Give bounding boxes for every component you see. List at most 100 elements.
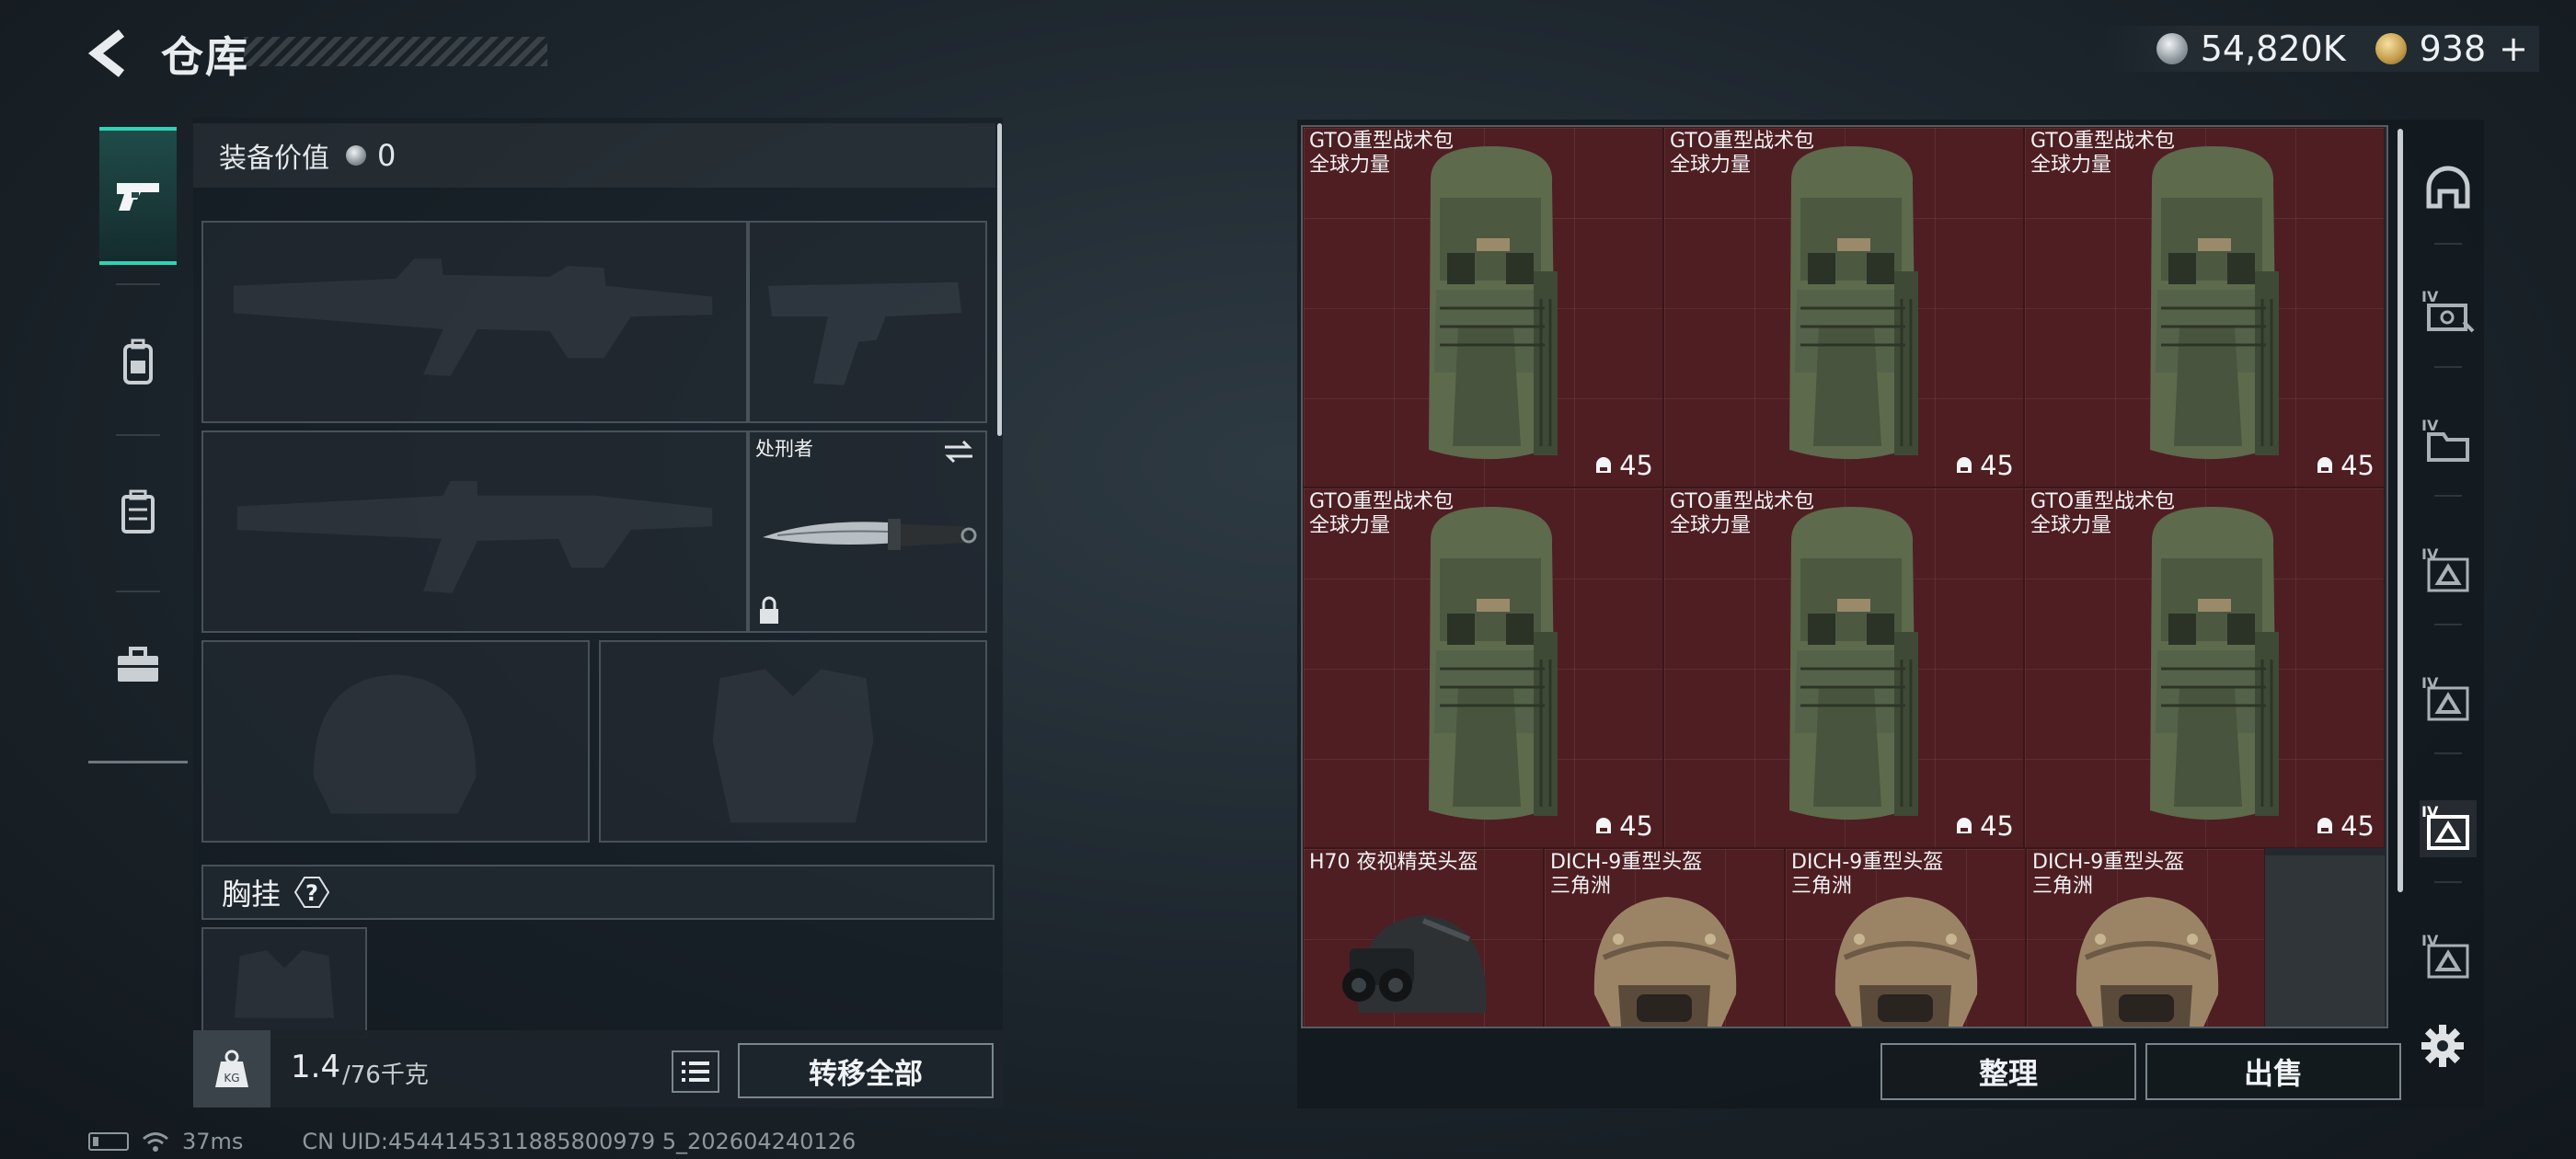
pistol-slot[interactable]: [748, 221, 987, 423]
chest-rig-slot[interactable]: [201, 927, 367, 1038]
empty-stash-slot[interactable]: [2265, 855, 2385, 1027]
durability-icon: [1957, 818, 1972, 833]
status-bar: 37ms CN UID:4544145311885800979 5_202604…: [88, 1128, 856, 1155]
backpack-item-icon: [1429, 507, 1558, 820]
sell-button[interactable]: 出售: [2145, 1043, 2401, 1100]
wifi-icon: [143, 1132, 168, 1152]
helmet-item-icon: [1593, 897, 1737, 1027]
rifle-silhouette-icon-2: [236, 481, 713, 593]
triangle-iv-icon-2[interactable]: IV: [2420, 671, 2477, 729]
backpack-icon: [123, 339, 153, 384]
item-name: DICH-9重型头盔: [1550, 851, 1703, 874]
weight-bar: KG 1.4 /76千克 转移全部: [193, 1030, 1003, 1107]
chest-rig-header: 胸挂 ?: [201, 865, 995, 920]
sort-button[interactable]: 整理: [1880, 1043, 2136, 1100]
triangle-iv-icon[interactable]: IV: [2420, 543, 2477, 600]
stash-item[interactable]: GTO重型战术包 全球力量 45: [2024, 488, 2385, 848]
item-durability: 45: [2315, 810, 2375, 842]
armor-slot[interactable]: [599, 640, 987, 843]
stash-item[interactable]: GTO重型战术包 全球力量 45: [1663, 127, 2024, 488]
item-name: GTO重型战术包: [1670, 490, 1815, 513]
helmet-category-icon[interactable]: [2420, 162, 2477, 219]
helmet-item-icon: [2076, 897, 2219, 1027]
item-brand: 全球力量: [1670, 514, 1752, 537]
triangle-iv-icon-selected[interactable]: IV: [2420, 800, 2477, 857]
equipment-value-row: 装备价值 0: [193, 123, 995, 188]
helmet-silhouette-icon: [313, 674, 477, 814]
item-name: GTO重型战术包: [2030, 490, 2176, 513]
item-brand: 全球力量: [1309, 154, 1391, 177]
stash-item[interactable]: GTO重型战术包 全球力量 45: [1303, 127, 1663, 488]
item-durability: 45: [1954, 810, 2014, 842]
primary-weapon-slot-1[interactable]: [201, 221, 748, 423]
equipment-value-label: 装备价值: [219, 143, 329, 175]
item-name: DICH-9重型头盔: [2032, 851, 2185, 874]
stash-item[interactable]: GTO重型战术包 全球力量 45: [2024, 127, 2385, 488]
swap-icon[interactable]: [941, 438, 976, 465]
gear-iv-icon[interactable]: IV: [2420, 285, 2477, 342]
svg-text:?: ?: [305, 880, 318, 906]
helmet-slot[interactable]: [201, 640, 590, 843]
melee-name: 处刑者: [755, 438, 813, 460]
toolbox-icon: [118, 647, 158, 682]
nav-toolbox[interactable]: [99, 596, 177, 734]
item-count: 45: [1980, 810, 2014, 842]
item-count: 45: [2340, 810, 2375, 842]
item-name: GTO重型战术包: [2030, 130, 2176, 153]
item-durability: 45: [1954, 450, 2014, 481]
stash-item[interactable]: GTO重型战术包 全球力量 45: [1303, 488, 1663, 848]
item-brand: 全球力量: [2030, 154, 2112, 177]
item-durability: 45: [2315, 450, 2375, 481]
help-icon[interactable]: ?: [292, 874, 332, 911]
knife-icon: [763, 519, 977, 550]
lock-icon: [760, 596, 778, 624]
equipment-scrollbar[interactable]: [997, 123, 1002, 436]
weight-current: 1.4: [291, 1049, 341, 1085]
add-currency-button[interactable]: +: [2499, 29, 2528, 69]
primary-weapon-slot-2[interactable]: [201, 430, 748, 633]
gear-icon[interactable]: [2420, 1023, 2466, 1069]
list-view-button[interactable]: [672, 1050, 719, 1093]
silver-coin-icon: [2156, 33, 2188, 64]
stash-item[interactable]: H70 夜视精英头盔: [1303, 848, 1544, 1027]
nav-chest-rig[interactable]: [99, 443, 177, 581]
item-name: DICH-9重型头盔: [1791, 851, 1944, 874]
triangle-iv-icon-3[interactable]: IV: [2420, 929, 2477, 986]
item-brand: 全球力量: [1309, 514, 1391, 537]
svg-text:IV: IV: [2421, 417, 2439, 434]
stash-item[interactable]: DICH-9重型头盔 三角洲: [2026, 848, 2265, 1027]
gold-amount: 938: [2419, 29, 2487, 69]
gold-coin-icon: [2375, 33, 2407, 64]
list-icon: [682, 1061, 709, 1082]
item-count: 45: [1619, 450, 1653, 481]
item-brand: 三角洲: [1550, 875, 1612, 898]
user-uid: CN UID:4544145311885800979 5_20260424012…: [302, 1129, 857, 1154]
durability-icon: [2317, 818, 2333, 833]
nav-weapons[interactable]: [99, 127, 177, 265]
item-durability: 45: [1593, 450, 1653, 481]
item-brand: 三角洲: [1791, 875, 1853, 898]
durability-icon: [2317, 457, 2333, 473]
item-brand: 三角洲: [2032, 875, 2094, 898]
item-brand: 全球力量: [1670, 154, 1752, 177]
nav-backpack[interactable]: [99, 293, 177, 430]
item-name: GTO重型战术包: [1670, 130, 1815, 153]
stash-grid: GTO重型战术包 全球力量 45 GTO重型战术包 全球力量 45 GTO重型战术包 全球力量…: [1301, 125, 2388, 1028]
durability-icon: [1596, 457, 1612, 473]
back-arrow-icon[interactable]: [85, 28, 136, 79]
stash-item[interactable]: DICH-9重型头盔 三角洲: [1785, 848, 2026, 1027]
stash-scrollbar[interactable]: [2398, 129, 2403, 892]
stash-item[interactable]: GTO重型战术包 全球力量 45: [1663, 488, 2024, 848]
backpack-item-icon: [1789, 507, 1918, 820]
stash-panel: GTO重型战术包 全球力量 45 GTO重型战术包 全球力量 45 GTO重型战术包 全球力量…: [1297, 120, 2484, 1108]
equipment-panel: 装备价值 0 处刑者 胸挂 ?: [193, 118, 1003, 1038]
battery-icon: [88, 1132, 129, 1151]
melee-slot[interactable]: 处刑者: [748, 430, 987, 633]
transfer-all-button[interactable]: 转移全部: [738, 1043, 994, 1098]
ping-value: 37ms: [182, 1129, 244, 1154]
stash-category-bar: IV IV IV IV IV IV: [2412, 120, 2484, 1108]
svg-text:IV: IV: [2421, 288, 2439, 305]
stash-item[interactable]: DICH-9重型头盔 三角洲: [1544, 848, 1785, 1027]
folder-iv-icon[interactable]: IV: [2420, 414, 2477, 471]
chest-rig-label: 胸挂: [222, 877, 282, 912]
